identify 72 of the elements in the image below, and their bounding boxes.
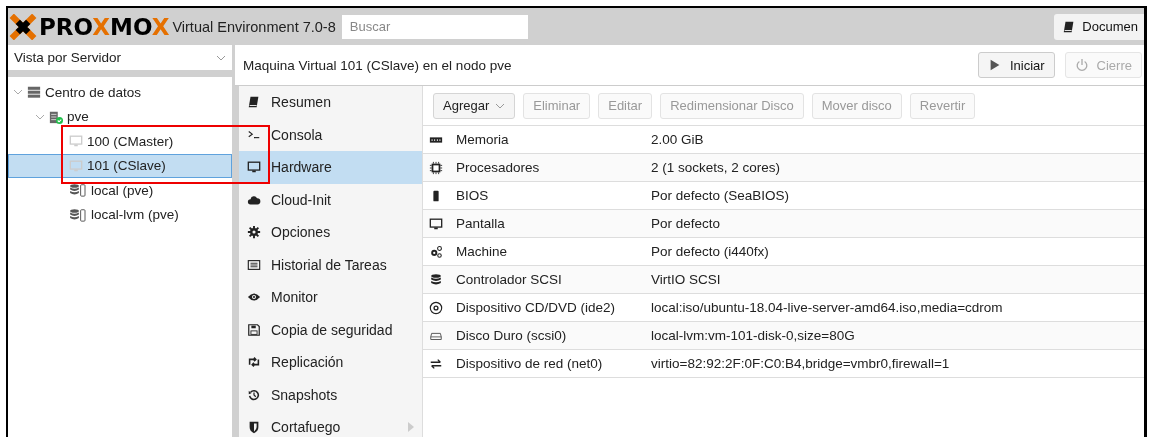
monitor-icon	[429, 216, 443, 231]
table-cell: Disco Duro (scsi0)	[456, 328, 567, 343]
disc-icon	[429, 300, 443, 315]
monitor-icon	[69, 134, 83, 149]
nav-item[interactable]: Cortafuego	[239, 411, 422, 437]
nav-item[interactable]: Cloud-Init	[239, 183, 422, 216]
arrows-icon	[429, 356, 443, 371]
table-cell: BIOS	[456, 188, 489, 203]
table-row[interactable]: Controlador SCSI VirtIO SCSI	[423, 266, 1144, 294]
database-icon	[429, 272, 443, 287]
product-version: Virtual Environment 7.0-8	[172, 18, 336, 35]
table-cell: Por defecto	[651, 216, 721, 231]
nav-item[interactable]: Opciones	[239, 216, 422, 249]
table-cell: local:iso/ubuntu-18.04-live-server-amd64.iso,media=cdrom	[651, 300, 1003, 315]
chevron-down-icon	[216, 54, 226, 61]
table-cell: virtio=82:92:2F:0F:C0:B4,bridge=vmbr0,firewall=1	[651, 356, 950, 371]
tree-item[interactable]: 100 (CMaster)	[8, 129, 232, 154]
table-cell: VirtIO SCSI	[651, 272, 721, 287]
table-row[interactable]: Procesadores 2 (1 sockets, 2 cores)	[423, 154, 1144, 182]
table-row[interactable]: Disco Duro (scsi0) local-lvm:vm-101-disk-0,size=80G	[423, 322, 1144, 350]
table-row[interactable]: Dispositivo de red (net0) virtio=82:92:2F:0F:C0:B4,bridge=vmbr0,firewall=1	[423, 350, 1144, 378]
nav-item[interactable]: Hardware	[239, 151, 422, 184]
tree-item[interactable]: local-lvm (pve)	[8, 202, 232, 227]
table-cell: 2 (1 sockets, 2 cores)	[651, 160, 781, 175]
table-cell: Por defecto (SeaBIOS)	[651, 188, 790, 203]
table-cell: Por defecto (i440fx)	[651, 244, 769, 259]
book-icon	[247, 95, 261, 110]
documentation-button[interactable]: Documen	[1054, 13, 1144, 40]
logo-mark-icon	[9, 13, 37, 40]
nav-item[interactable]: Replicación	[239, 346, 422, 379]
gear-icon	[247, 225, 261, 240]
tree-item[interactable]: local (pve)	[8, 178, 232, 203]
table-cell: Dispositivo CD/DVD (ide2)	[456, 300, 616, 315]
monitor-icon	[69, 158, 83, 173]
table-cell: Machine	[456, 244, 508, 259]
start-button[interactable]: Iniciar	[977, 52, 1055, 78]
chip-icon	[429, 160, 443, 175]
storage-icon	[69, 207, 87, 222]
chevron-down-icon	[495, 102, 506, 109]
monitor-icon	[247, 160, 261, 175]
table-cell: local-lvm:vm-101-disk-0,size=80G	[651, 328, 855, 343]
table-cell: Dispositivo de red (net0)	[456, 356, 603, 371]
nav-item[interactable]: Consola	[239, 118, 422, 151]
nav-item[interactable]: Resumen	[239, 86, 422, 119]
nav-item[interactable]: Monitor	[239, 281, 422, 314]
table-cell: 2.00 GiB	[651, 132, 704, 147]
server-check-icon	[49, 109, 63, 124]
nav-item[interactable]: Snapshots	[239, 378, 422, 411]
nav-item[interactable]: Historial de Tareas	[239, 248, 422, 281]
nav-item[interactable]: Copia de seguridad	[239, 313, 422, 346]
table-cell: Pantalla	[456, 216, 505, 231]
gears-icon	[429, 244, 443, 259]
tree-item[interactable]: Centro de datos	[8, 80, 232, 105]
table-cell: Procesadores	[456, 160, 540, 175]
history-icon	[247, 387, 261, 402]
search-field[interactable]: Buscar	[341, 14, 528, 39]
server-icon	[27, 85, 41, 100]
repeat-icon	[247, 355, 261, 370]
vm-title: Maquina Virtual 101 (CSlave) en el nodo pve	[243, 57, 512, 73]
table-row[interactable]: Pantalla Por defecto	[423, 210, 1144, 238]
power-icon	[1074, 58, 1089, 72]
tree-item[interactable]: 101 (CSlave)	[8, 153, 232, 178]
table-cell: Memoria	[456, 132, 509, 147]
view-selector[interactable]: Vista por Servidor	[8, 45, 232, 70]
caret-right-icon	[408, 422, 414, 433]
logo: PROXMOX	[9, 13, 170, 40]
toolbar-button[interactable]: Agregar	[433, 92, 516, 119]
storage-icon	[69, 183, 87, 198]
tree-item[interactable]: pve	[8, 104, 232, 129]
table-cell: Controlador SCSI	[456, 272, 562, 287]
list-icon	[247, 257, 261, 272]
floppy-icon	[247, 322, 261, 337]
